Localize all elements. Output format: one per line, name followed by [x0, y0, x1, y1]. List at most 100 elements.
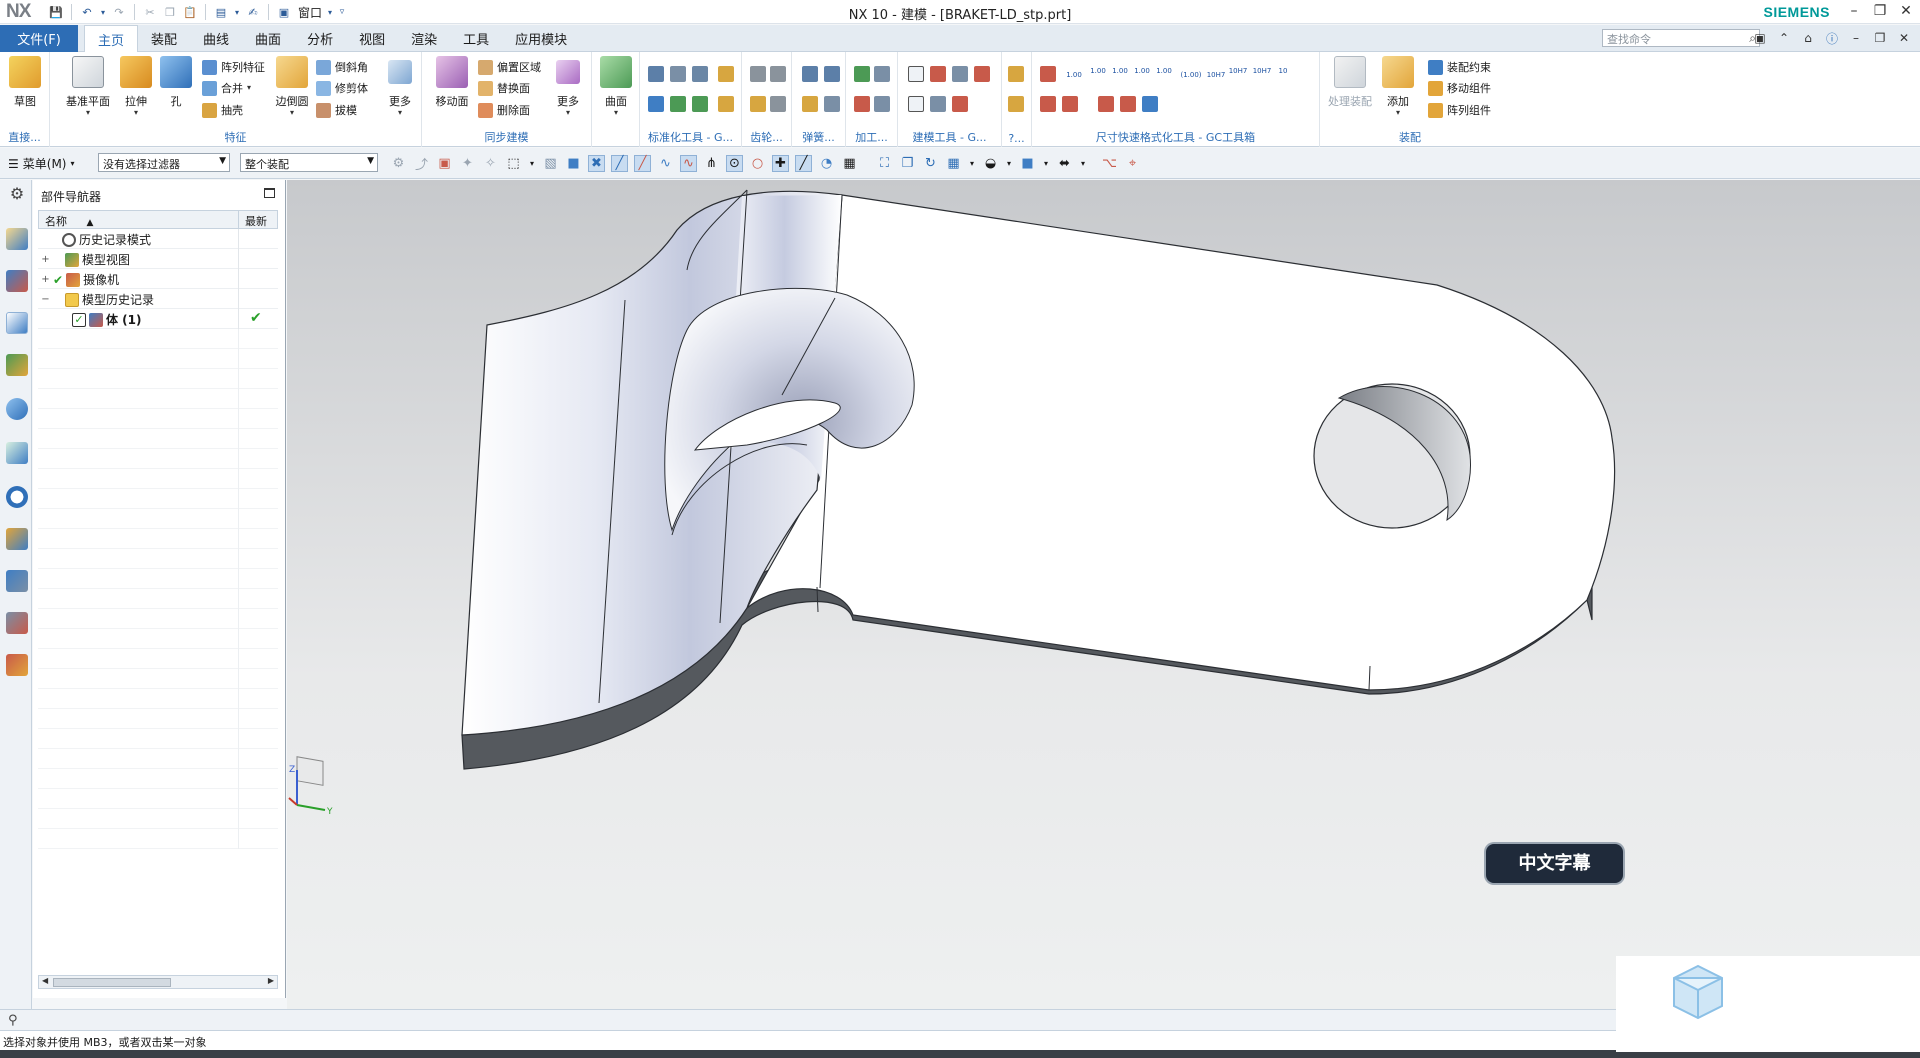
dim-format-button[interactable]: 1.00: [1132, 68, 1152, 75]
graphics-window[interactable]: Z Y: [287, 180, 1920, 1009]
tab-tools[interactable]: 工具: [450, 25, 502, 52]
command-search-input[interactable]: 查找命令 ⌕: [1602, 29, 1760, 47]
dim-format-button[interactable]: 10: [1276, 68, 1290, 75]
tool-icon[interactable]: [670, 96, 686, 112]
gear-tool-icon[interactable]: [770, 66, 786, 82]
dropdown-icon[interactable]: ▾: [326, 4, 334, 20]
expand-icon[interactable]: +: [41, 274, 50, 285]
copy-icon[interactable]: ❐: [162, 4, 178, 20]
shell-button[interactable]: 抽壳: [202, 101, 243, 119]
measure-icon[interactable]: ⌥: [1101, 155, 1118, 172]
tab-view[interactable]: 视图: [346, 25, 398, 52]
maximize-icon[interactable]: [264, 188, 275, 198]
web-browser-icon[interactable]: [6, 442, 28, 464]
dropdown-icon[interactable]: ▾: [1396, 109, 1400, 117]
tab-home[interactable]: 主页: [84, 25, 139, 53]
group-label[interactable]: 建模工具 - G...: [898, 129, 1001, 145]
dropdown-icon[interactable]: ▾: [528, 155, 536, 172]
draft-button[interactable]: 拔模: [316, 101, 357, 119]
modeling-tool-icon[interactable]: [974, 66, 990, 82]
group-label[interactable]: 装配: [1320, 129, 1500, 145]
dropdown-icon[interactable]: ▾: [86, 109, 90, 117]
rotate-icon[interactable]: ↻: [922, 155, 939, 172]
home-icon[interactable]: ⌂: [1800, 30, 1816, 46]
tree-row-model-views[interactable]: + 模型视图: [38, 249, 278, 269]
tab-render[interactable]: 渲染: [398, 25, 450, 52]
spring-tool-icon[interactable]: [824, 96, 840, 112]
dropdown-icon[interactable]: ▾: [566, 109, 570, 117]
offset-region-button[interactable]: 偏置区域: [478, 58, 541, 76]
part-navigator-icon[interactable]: [6, 312, 28, 334]
dimension-icon[interactable]: [1040, 66, 1056, 82]
zoom-icon[interactable]: ❐: [899, 155, 916, 172]
snap-quadrant-icon[interactable]: ○: [749, 155, 766, 172]
sketch-button[interactable]: 草图: [3, 56, 47, 109]
process-tool-icon[interactable]: [854, 96, 870, 112]
window-icon[interactable]: ▣: [276, 4, 292, 20]
edge-blend-button[interactable]: 边倒圆 ▾: [270, 56, 314, 117]
trim-body-button[interactable]: 修剪体: [316, 79, 368, 97]
group-label[interactable]: 特征: [50, 129, 421, 145]
move-face-button[interactable]: 移动面: [430, 56, 474, 109]
snap-intersection-icon[interactable]: ✚: [772, 155, 789, 172]
tree-row-cameras[interactable]: + ✔ 摄像机: [38, 269, 278, 289]
group-label[interactable]: 尺寸快速格式化工具 - GC工具箱: [1032, 129, 1319, 145]
column-header-latest[interactable]: 最新: [239, 211, 273, 228]
manufacturing-wizard-icon[interactable]: [6, 570, 28, 592]
dropdown-icon[interactable]: ▾: [1005, 155, 1013, 172]
snap-existing-point-icon[interactable]: ╱: [795, 155, 812, 172]
feature-more-button[interactable]: 更多 ▾: [378, 56, 422, 117]
save-icon[interactable]: 💾: [48, 4, 64, 20]
dim-format-button[interactable]: 1.00: [1064, 72, 1084, 79]
dim-format-button[interactable]: 10H7: [1228, 68, 1248, 75]
orient-view-icon[interactable]: ▦: [945, 155, 962, 172]
process-tool-icon[interactable]: [874, 96, 890, 112]
customize-icon[interactable]: ▿: [338, 4, 346, 20]
history-icon[interactable]: [6, 486, 28, 508]
select-box-icon[interactable]: ▣: [436, 155, 453, 172]
spring-tool-icon[interactable]: [802, 96, 818, 112]
group-label[interactable]: ?...: [1002, 132, 1031, 145]
measure-icon[interactable]: ⌖: [1124, 155, 1141, 172]
tree-row-body[interactable]: ✓ 体 (1) ✔: [38, 309, 278, 329]
minimize-icon[interactable]: –: [1844, 1, 1864, 21]
dim-format-button[interactable]: 1.00: [1110, 68, 1130, 75]
tool-icon[interactable]: [692, 96, 708, 112]
scroll-left-icon[interactable]: ◀: [42, 976, 48, 985]
hd3d-tools-icon[interactable]: [6, 398, 28, 420]
pattern-feature-button[interactable]: 阵列特征: [202, 58, 265, 76]
tab-analysis[interactable]: 分析: [294, 25, 346, 52]
dimension-icon[interactable]: [1098, 96, 1114, 112]
gear-tool-icon[interactable]: [750, 96, 766, 112]
dim-format-button[interactable]: 1.00: [1088, 68, 1108, 75]
tool-icon[interactable]: [1008, 96, 1024, 112]
process-assembly-button[interactable]: 处理装配: [1328, 56, 1372, 109]
reuse-library-icon[interactable]: [6, 354, 28, 376]
spring-tool-icon[interactable]: [824, 66, 840, 82]
snap-tangent-icon[interactable]: ⋔: [703, 155, 720, 172]
dim-format-button[interactable]: 1.00: [1154, 68, 1174, 75]
process-studio-icon[interactable]: [6, 528, 28, 550]
menu-button[interactable]: ☰ 菜单(M) ▾: [8, 155, 75, 172]
snap-center-icon[interactable]: ⊙: [726, 155, 743, 172]
dropdown-icon[interactable]: ▾: [1042, 155, 1050, 172]
restore-icon[interactable]: ❐: [1870, 1, 1890, 21]
paste-icon[interactable]: 📋: [182, 4, 198, 20]
group-label[interactable]: 同步建模: [422, 129, 591, 145]
tab-assembly[interactable]: 装配: [138, 25, 190, 52]
system-scene-icon[interactable]: [6, 654, 28, 676]
touch-mode-icon[interactable]: ✍: [245, 4, 261, 20]
restore-icon[interactable]: ❐: [1872, 30, 1888, 46]
extrude-button[interactable]: 拉伸 ▾: [114, 56, 158, 117]
add-component-button[interactable]: 添加 ▾: [1376, 56, 1420, 117]
group-label[interactable]: 弹簧...: [792, 129, 845, 145]
surface-button[interactable]: 曲面 ▾: [594, 56, 638, 117]
solid-icon[interactable]: ■: [565, 155, 582, 172]
select-icon[interactable]: ✧: [482, 155, 499, 172]
view-triad-icon[interactable]: ⬌: [1056, 155, 1073, 172]
repeat-command-icon[interactable]: ▤: [213, 4, 229, 20]
cut-icon[interactable]: ✂: [142, 4, 158, 20]
group-label[interactable]: 齿轮...: [742, 129, 791, 145]
modeling-tool-icon[interactable]: [908, 96, 924, 112]
scrollbar-thumb[interactable]: [53, 978, 171, 987]
